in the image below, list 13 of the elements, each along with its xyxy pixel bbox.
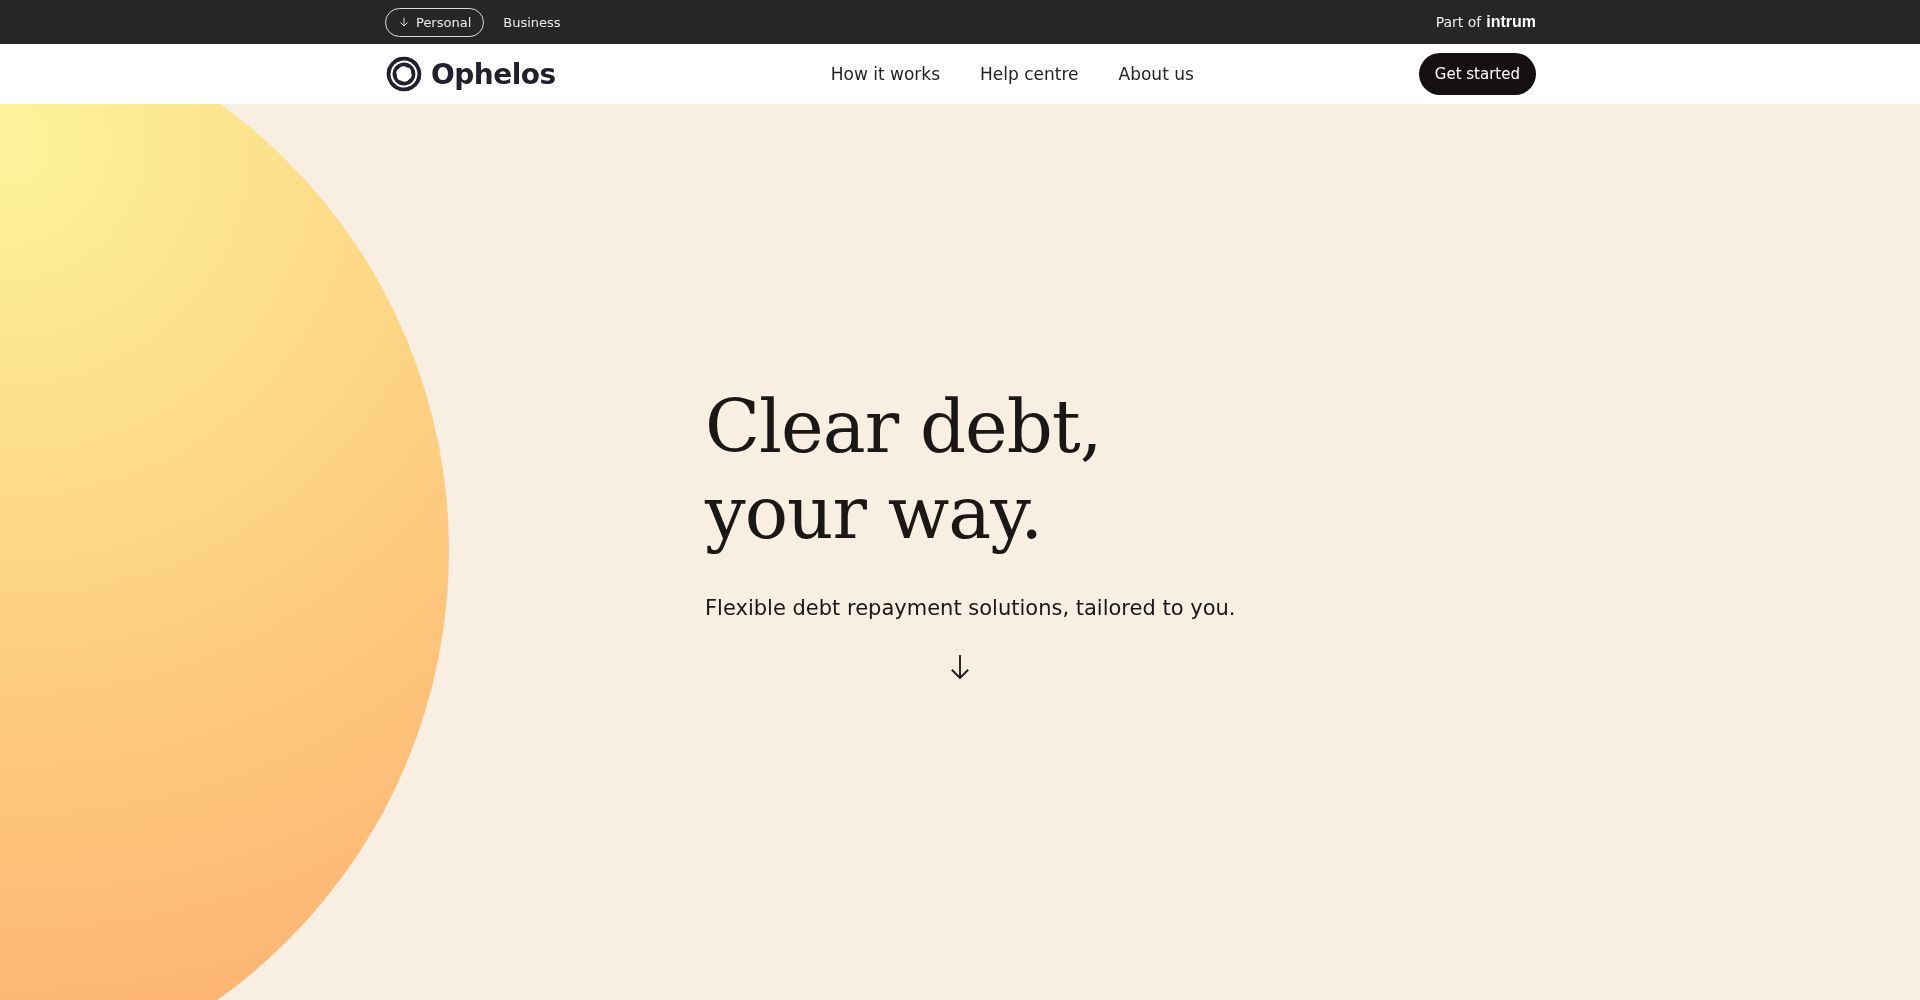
hero-headline: Clear debt, your way. <box>705 384 1103 556</box>
get-started-button[interactable]: Get started <box>1418 53 1536 95</box>
nav-link[interactable]: About us <box>1118 64 1194 84</box>
audience-tab[interactable]: Business <box>490 7 574 37</box>
part-of-label: Part of <box>1435 14 1482 30</box>
logo-icon[interactable] <box>385 55 423 93</box>
parent-logo[interactable]: intrum <box>1486 13 1536 31</box>
logo-wordmark[interactable]: Ophelos <box>431 57 556 91</box>
hero-subtitle: Flexible debt repayment solutions, tailored to you. <box>705 596 1237 620</box>
nav-link[interactable]: How it works <box>830 64 941 84</box>
down-arrow-icon <box>398 16 410 28</box>
scroll-down-arrow-icon[interactable] <box>949 652 971 682</box>
nav-link[interactable]: Help centre <box>980 64 1079 84</box>
